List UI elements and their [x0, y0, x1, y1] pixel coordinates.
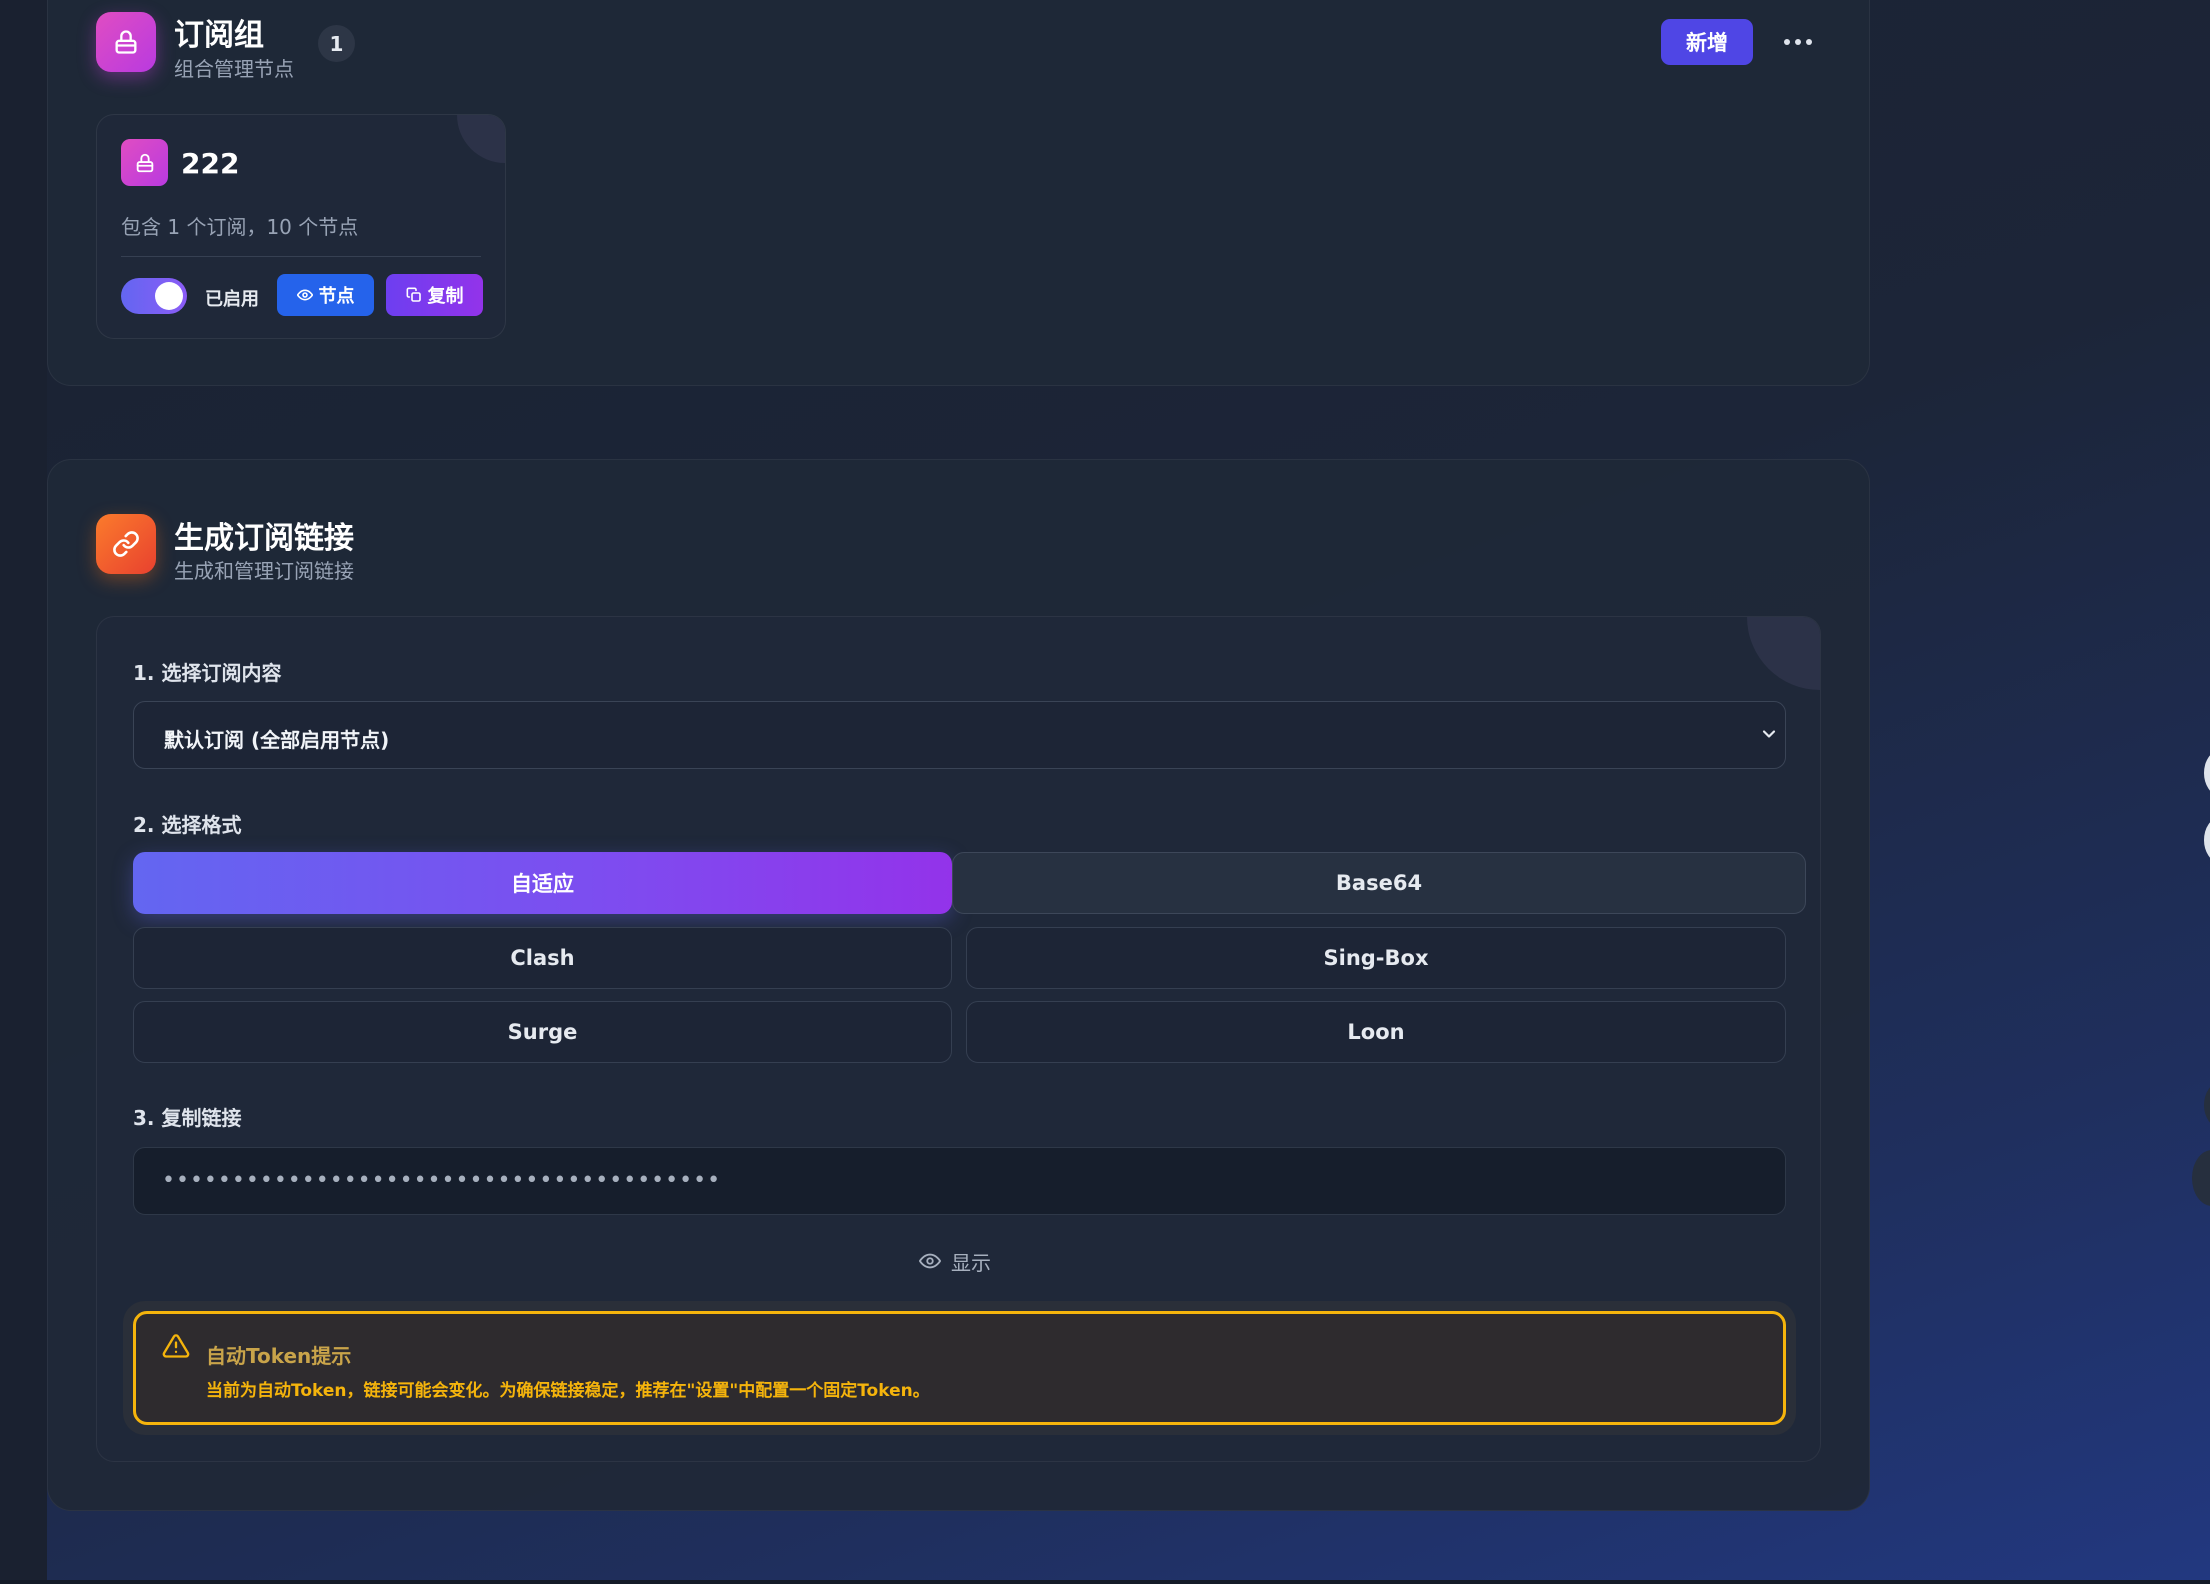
- warning-triangle-icon: [162, 1334, 190, 1358]
- copy-icon: [406, 287, 421, 302]
- selected-content-value: 默认订阅 (全部启用节点): [164, 728, 390, 752]
- more-dots-icon[interactable]: [1776, 19, 1820, 65]
- subscription-content-select[interactable]: 默认订阅 (全部启用节点): [133, 701, 1786, 769]
- link-generator-panel: 1. 选择订阅内容 默认订阅 (全部启用节点) 2. 选择格式 自适应 Base…: [96, 616, 1821, 1462]
- generate-link-card: 生成订阅链接 生成和管理订阅链接 1. 选择订阅内容 默认订阅 (全部启用节点)…: [47, 459, 1870, 1511]
- format-option-singbox[interactable]: Sing-Box: [966, 927, 1786, 989]
- show-link-button[interactable]: 显示: [919, 1245, 991, 1277]
- group-status-label: 已启用: [205, 289, 259, 310]
- lock-icon: [96, 12, 156, 72]
- show-link-label: 显示: [951, 1250, 991, 1275]
- right-edge-control[interactable]: [2204, 1083, 2210, 1127]
- group-description: 包含 1 个订阅，10 个节点: [121, 215, 359, 239]
- warning-title: 自动Token提示: [206, 1344, 352, 1368]
- copy-group-label: 复制: [427, 286, 464, 306]
- group-name: 222: [181, 147, 240, 180]
- eye-icon: [296, 289, 313, 301]
- groups-count-badge: 1: [318, 25, 355, 62]
- step1-label: 1. 选择订阅内容: [133, 661, 282, 685]
- page-root: 订阅组 组合管理节点 1 新增 222 包含 1 个订阅，10 个节点 已启用: [0, 0, 2210, 1584]
- auto-token-warning: 自动Token提示 当前为自动Token，链接可能会变化。为确保链接稳定，推荐在…: [133, 1311, 1786, 1425]
- step2-label: 2. 选择格式: [133, 813, 242, 837]
- panel-corner-decoration: [1747, 617, 1820, 690]
- card-corner-decoration: [457, 115, 505, 163]
- divider: [121, 256, 481, 257]
- copy-group-button[interactable]: 复制: [386, 274, 483, 316]
- format-option-base64[interactable]: Base64: [952, 852, 1806, 914]
- warning-wrapper: 自动Token提示 当前为自动Token，链接可能会变化。为确保链接稳定，推荐在…: [123, 1301, 1796, 1435]
- bottom-edge: [0, 1580, 2210, 1584]
- subscription-groups-card: 订阅组 组合管理节点 1 新增 222 包含 1 个订阅，10 个节点 已启用: [47, 0, 1870, 386]
- left-background-strip: [0, 0, 47, 1584]
- link-section-title: 生成订阅链接: [174, 521, 354, 556]
- format-option-adaptive[interactable]: 自适应: [133, 852, 952, 914]
- right-edge-control[interactable]: [2204, 818, 2210, 862]
- groups-subtitle: 组合管理节点: [174, 57, 294, 81]
- format-option-loon[interactable]: Loon: [966, 1001, 1786, 1063]
- lock-icon: [121, 139, 168, 186]
- view-nodes-button[interactable]: 节点: [277, 274, 374, 316]
- masked-link-text: ••••••••••••••••••••••••••••••••••••••••: [162, 1168, 722, 1193]
- view-nodes-label: 节点: [318, 286, 355, 306]
- right-edge-control[interactable]: [2204, 751, 2210, 795]
- warning-text: 当前为自动Token，链接可能会变化。为确保链接稳定，推荐在"设置"中配置一个固…: [206, 1381, 930, 1401]
- format-option-surge[interactable]: Surge: [133, 1001, 952, 1063]
- step3-label: 3. 复制链接: [133, 1106, 242, 1130]
- add-group-button[interactable]: 新增: [1661, 19, 1753, 65]
- chevron-down-icon: [1762, 730, 1776, 738]
- link-section-subtitle: 生成和管理订阅链接: [174, 559, 354, 583]
- link-icon: [96, 514, 156, 574]
- eye-icon: [919, 1253, 941, 1269]
- group-enabled-toggle[interactable]: [121, 278, 187, 314]
- group-card: 222 包含 1 个订阅，10 个节点 已启用 节点 复制: [96, 114, 506, 339]
- right-edge-control[interactable]: [2192, 1150, 2210, 1206]
- format-option-clash[interactable]: Clash: [133, 927, 952, 989]
- groups-title: 订阅组: [174, 18, 264, 53]
- subscription-link-field[interactable]: ••••••••••••••••••••••••••••••••••••••••: [133, 1147, 1786, 1215]
